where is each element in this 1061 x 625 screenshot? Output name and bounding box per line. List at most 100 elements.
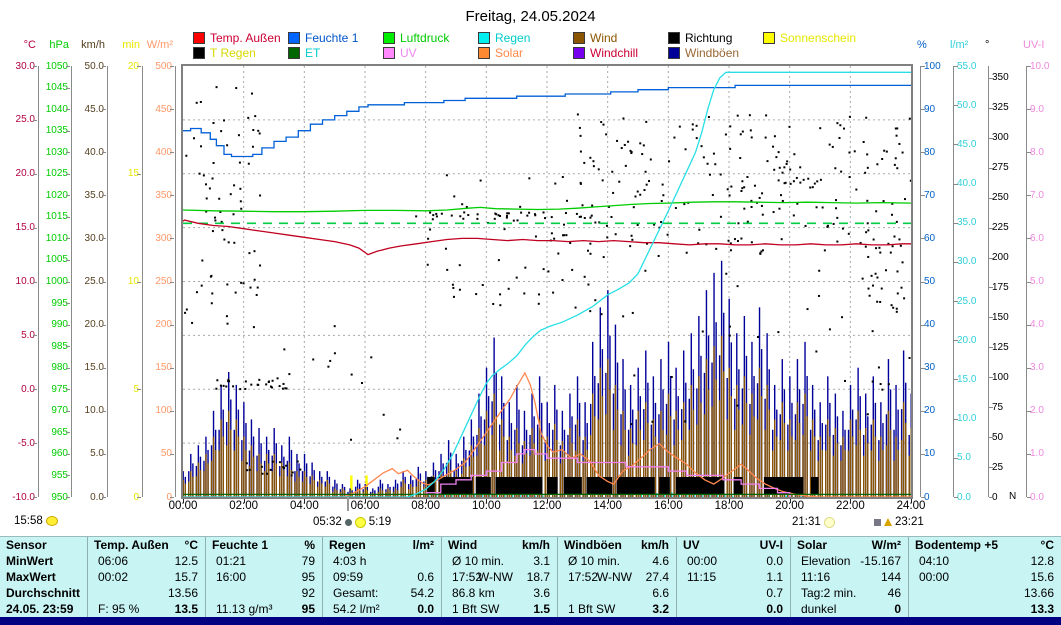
axis-label-uvi: 3.0 (1030, 362, 1061, 373)
axis-tick (989, 287, 993, 288)
table-cell-value: 0.0 (322, 602, 434, 617)
table-cell-value: 4.6 (557, 554, 669, 569)
table-column-unit: W/m² (790, 538, 901, 553)
axis-tick (989, 437, 993, 438)
legend-item-wind: Wind (573, 31, 617, 44)
table-cell-value: 6.6 (557, 586, 669, 601)
table-row-label: Durchschnitt (6, 586, 80, 601)
x-tick-label: 00:00 (161, 500, 205, 512)
axis-label-hpa: 1020 (30, 190, 68, 201)
table-cell-value: 95 (205, 602, 315, 617)
axis-label-kmh: 40.0 (66, 147, 104, 158)
legend-label: Feuchte 1 (305, 31, 358, 45)
axis-label-kmh: 0.0 (66, 492, 104, 503)
table-cell-value: 0 (790, 602, 901, 617)
axis-tick (954, 458, 958, 459)
chart-canvas (183, 66, 911, 497)
table-cell-value: 79 (205, 554, 315, 569)
legend-label: UV (400, 46, 417, 60)
legend-swatch-icon (763, 32, 775, 44)
axis-label-uvi: 7.0 (1030, 190, 1061, 201)
moonrise-marker: 23:21 (874, 516, 924, 528)
axis-tick (170, 368, 174, 369)
legend-label: Temp. Außen (210, 31, 281, 45)
axis-label-hpa: 990 (30, 319, 68, 330)
x-tick-label: 18:00 (707, 500, 751, 512)
axis-label-uvi: 2.0 (1030, 405, 1061, 416)
moonset-icon (345, 519, 352, 526)
table-cell-value: -15.167 (790, 554, 901, 569)
axis-tick (989, 78, 993, 79)
axis-tick (137, 389, 141, 390)
axis-label-min: 5 (101, 384, 139, 395)
axis-label-deg: 300 (992, 132, 1028, 143)
table-cell-value: 54.2 (322, 586, 434, 601)
axis-unit-kmh: km/h (65, 39, 105, 51)
axis-tick (170, 109, 174, 110)
axis-tick (989, 258, 993, 259)
table-cell-value: 13.66 (908, 586, 1054, 601)
axis-tick (921, 454, 925, 455)
axis-unit-wm2: W/m² (133, 39, 173, 51)
axis-label-percent: 30 (924, 362, 960, 373)
x-tick-label: 14:00 (586, 500, 630, 512)
legend-item-luftdruck: Luftdruck (383, 31, 449, 44)
axis-label-deg: 75 (992, 402, 1028, 413)
axis-label-deg: 175 (992, 282, 1028, 293)
axis-tick (66, 260, 70, 261)
axis-tick (954, 301, 958, 302)
legend-item-et: ET (288, 46, 320, 59)
axis-label-kmh: 50.0 (66, 61, 104, 72)
axis-label-hpa: 1000 (30, 276, 68, 287)
up-arrow-icon (884, 518, 892, 526)
table-cell-value: 0.7 (676, 586, 783, 601)
axis-tick (102, 454, 106, 455)
axis-label-uvi: 5.0 (1030, 276, 1061, 287)
x-tick-label: 12:00 (525, 500, 569, 512)
axis-tick (66, 88, 70, 89)
axis-label-uvi: 4.0 (1030, 319, 1061, 330)
axis-label-percent: 50 (924, 276, 960, 287)
x-tick-label: 08:00 (404, 500, 448, 512)
axis-label-deg: 350 (992, 72, 1028, 83)
axis-tick (921, 325, 925, 326)
axis-tick (66, 131, 70, 132)
axis-tick (33, 228, 37, 229)
moonrise-time-label: 23:21 (895, 516, 924, 528)
axis-label-uvi: 6.0 (1030, 233, 1061, 244)
x-tick-label: 10:00 (464, 500, 508, 512)
legend-label: Windböen (685, 46, 739, 60)
axis-tick (102, 152, 106, 153)
axis-tick (954, 105, 958, 106)
axis-label-wm2: 350 (134, 190, 172, 201)
table-row-label: 24.05. 23:59 (6, 602, 73, 617)
axis-label-uvi: 8.0 (1030, 147, 1061, 158)
legend-swatch-icon (668, 47, 680, 59)
axis-tick (921, 411, 925, 412)
axis-tick (170, 195, 174, 196)
axis-unit-hpa: hPa (29, 39, 69, 51)
table-cell-value: 3.6 (441, 586, 550, 601)
axis-label-deg: 100 (992, 372, 1028, 383)
axis-tick (954, 144, 958, 145)
sunrise-marker: 05:32 5:19 (313, 516, 391, 528)
axis-tick (170, 454, 174, 455)
axis-label-percent: 80 (924, 147, 960, 158)
legend-swatch-icon (288, 47, 300, 59)
x-tick-label: 06:00 (343, 500, 387, 512)
sunset-icon (824, 517, 835, 528)
table-cell-value: 95 (205, 570, 315, 585)
legend-swatch-icon (383, 47, 395, 59)
legend-swatch-icon (193, 47, 205, 59)
table-column-unit: l/m² (322, 538, 434, 553)
table-cell-value: 0.0 (676, 554, 783, 569)
moon-icon (46, 516, 58, 526)
axis-tick (170, 411, 174, 412)
bottom-status-bar (0, 617, 1061, 625)
axis-label-percent: 70 (924, 190, 960, 201)
legend-item-temp-au-en: Temp. Außen (193, 31, 281, 44)
axis-label-celsius: 5.0 (0, 330, 35, 341)
x-tick-label: 24:00 (889, 500, 933, 512)
axis-tick (954, 262, 958, 263)
axis-label-wm2: 150 (134, 362, 172, 373)
